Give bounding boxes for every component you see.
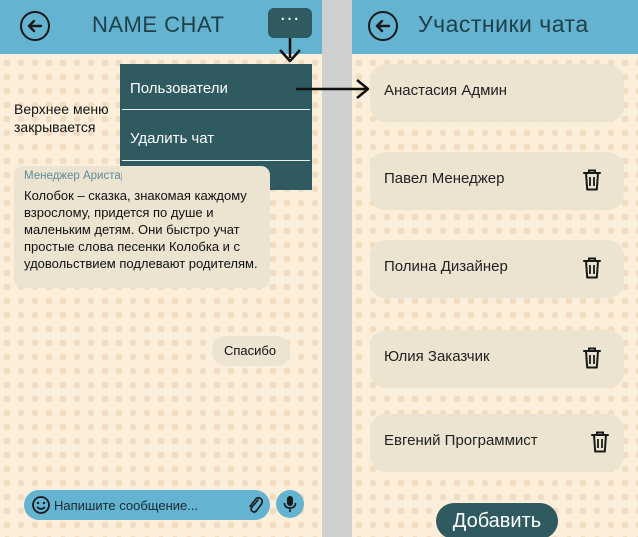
flow-arrows [279,38,370,99]
